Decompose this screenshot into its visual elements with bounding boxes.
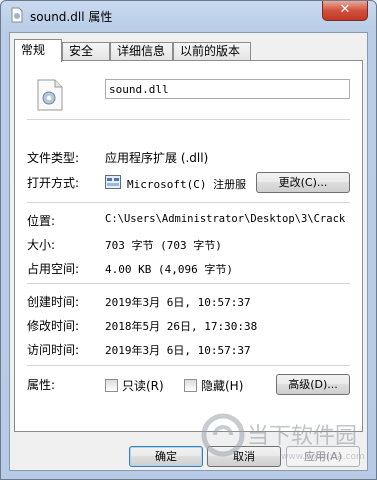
- readonly-label[interactable]: 只读(R): [122, 377, 164, 394]
- change-button[interactable]: 更改(C)...: [256, 172, 350, 193]
- close-button[interactable]: ✕: [322, 1, 368, 21]
- modified-label: 修改时间:: [27, 319, 80, 333]
- modified-value: 2018年5月 26日, 17:30:38: [105, 320, 258, 333]
- ok-button[interactable]: 确定: [129, 446, 203, 467]
- dll-file-icon: [37, 79, 63, 111]
- title-bar[interactable]: sound.dll 属性 ✕: [1, 1, 376, 31]
- size-label: 大小:: [27, 238, 56, 252]
- attributes-label: 属性:: [27, 378, 56, 392]
- readonly-checkbox[interactable]: [105, 379, 118, 392]
- tab-security[interactable]: 安全: [62, 42, 110, 61]
- tab-general[interactable]: 常规: [14, 39, 62, 62]
- divider: [27, 119, 350, 120]
- divider: [27, 202, 350, 203]
- tab-previous-versions[interactable]: 以前的版本: [173, 42, 251, 61]
- hidden-label[interactable]: 隐藏(H): [201, 377, 243, 394]
- watermark-url: www.downxia.com: [281, 452, 365, 462]
- file-name-input[interactable]: sound.dll: [105, 79, 350, 99]
- accessed-value: 2019年3月 6日, 10:57:37: [105, 344, 251, 357]
- registry-app-icon: [105, 175, 121, 189]
- divider: [27, 365, 350, 366]
- location-label: 位置:: [27, 214, 56, 228]
- opens-with-label: 打开方式:: [27, 176, 80, 190]
- accessed-label: 访问时间:: [27, 343, 80, 357]
- size-on-disk-value: 4.00 KB (4,096 字节): [105, 263, 233, 276]
- location-value[interactable]: C:\Users\Administrator\Desktop\3\Crack: [105, 213, 345, 225]
- size-value: 703 字节 (703 字节): [105, 239, 222, 252]
- hidden-checkbox[interactable]: [184, 379, 197, 392]
- file-icon: [11, 7, 23, 23]
- window-title: sound.dll 属性: [30, 10, 113, 24]
- created-label: 创建时间:: [27, 295, 80, 309]
- file-type-label: 文件类型:: [27, 151, 80, 165]
- file-type-value: 应用程序扩展 (.dll): [105, 151, 209, 165]
- tab-details[interactable]: 详细信息: [110, 42, 173, 61]
- watermark-brand: 当下软件园: [247, 424, 357, 449]
- opens-with-value: Microsoft(C) 注册服: [127, 178, 247, 191]
- size-on-disk-label: 占用空间:: [27, 262, 80, 276]
- watermark-logo: 当下软件园 www.downxia.com: [201, 413, 365, 462]
- general-panel: sound.dll 文件类型: 应用程序扩展 (.dll) 打开方式: Micr…: [14, 60, 363, 432]
- properties-window: sound.dll 属性 ✕ 常规 安全 详细信息 以前的版本 sound.dl…: [0, 0, 377, 480]
- divider: [27, 283, 350, 284]
- advanced-button[interactable]: 高级(D)...: [276, 374, 350, 395]
- created-value: 2019年3月 6日, 10:57:37: [105, 296, 251, 309]
